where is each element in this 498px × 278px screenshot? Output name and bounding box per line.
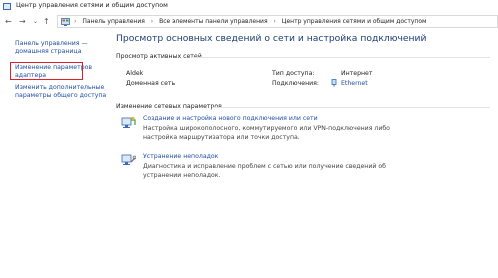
breadcrumb-network-center[interactable]: Центр управления сетями и общим доступом (282, 18, 427, 25)
breadcrumb-arrow: › (74, 18, 77, 25)
recent-locations-chevron-icon[interactable]: ⌄ (33, 16, 38, 28)
breadcrumb-separator: › (273, 18, 276, 25)
troubleshoot-description: Диагностика и исправление проблем с сеть… (143, 163, 386, 179)
troubleshoot-link[interactable]: Устранение неполадок (143, 153, 218, 160)
breadcrumb: › Панель управления › Все элементы панел… (74, 18, 427, 25)
access-type-value: Интернет (341, 70, 373, 77)
sidebar-link-line: параметры общего доступа (15, 92, 107, 99)
window-title: Центр управления сетями и общим доступом (16, 2, 168, 9)
forward-arrow-icon[interactable]: → (19, 16, 26, 28)
new-connection-icon (121, 116, 136, 128)
sidebar-link-line: Панель управления — (15, 40, 88, 47)
create-new-connection-link[interactable]: Создание и настройка нового подключения … (143, 115, 318, 122)
back-arrow-icon[interactable]: ← (5, 16, 12, 28)
network-type: Доменная сеть (126, 80, 176, 87)
section-divider (212, 107, 490, 108)
page-title: Просмотр основных сведений о сети и наст… (116, 33, 427, 44)
sidebar-link-line: домашняя страница (15, 48, 82, 55)
breadcrumb-separator: › (150, 18, 154, 25)
ethernet-connection-link[interactable]: Ethernet (341, 80, 368, 87)
address-bar[interactable]: › Панель управления › Все элементы панел… (57, 15, 498, 28)
active-networks-header: Просмотр активных сетей (116, 53, 202, 60)
window-title-bar: Центр управления сетями и общим доступом (0, 0, 498, 14)
troubleshoot-icon (121, 154, 136, 165)
control-panel-icon (61, 18, 70, 26)
connections-label: Подключения: (272, 80, 319, 87)
access-type-label: Тип доступа: (272, 70, 315, 77)
sidebar-link-line: Изменить дополнительные (15, 84, 105, 91)
breadcrumb-all-items[interactable]: Все элементы панели управления (159, 18, 267, 25)
advanced-sharing-settings-link[interactable]: Изменить дополнительные параметры общего… (15, 84, 106, 100)
up-arrow-icon[interactable]: ↑ (43, 16, 50, 28)
create-new-connection-description: Настройка широкополосного, коммутируемог… (143, 125, 390, 141)
breadcrumb-control-panel[interactable]: Панель управления (82, 18, 145, 25)
control-panel-home-link[interactable]: Панель управления — домашняя страница (15, 40, 88, 56)
network-name: Aldek (126, 70, 144, 77)
network-center-icon (3, 3, 11, 10)
ethernet-icon (331, 79, 337, 87)
red-highlight-box (10, 62, 83, 80)
change-settings-header: Изменение сетевых параметров (116, 103, 222, 110)
section-divider (192, 57, 490, 58)
